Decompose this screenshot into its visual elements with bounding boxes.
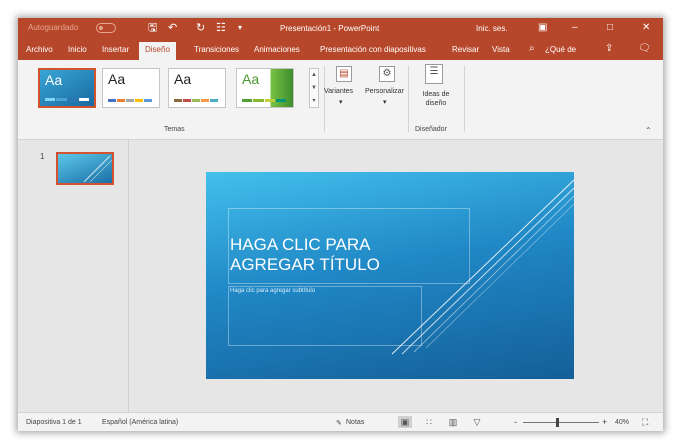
theme-tile-3-colors [174, 99, 218, 102]
powerpoint-window: Autoguardado 🖫 ↶ ↻ ☷ ▾ Presentación1 - P… [18, 18, 663, 431]
themes-group-label: Temas [164, 126, 185, 133]
ribbon-tabs: Archivo Inicio Insertar Diseño Transicio… [18, 40, 663, 60]
customize-qat-icon[interactable]: ▾ [238, 21, 242, 35]
theme-tile-4[interactable]: Aa [236, 68, 294, 108]
theme-tile-3[interactable]: Aa [168, 68, 226, 108]
theme-tile-1-colors [45, 98, 89, 101]
document-title: Presentación1 - PowerPoint [280, 24, 380, 33]
notes-button[interactable]: Notas [346, 419, 364, 426]
redo-icon[interactable]: ↻ [196, 21, 205, 35]
tab-animaciones[interactable]: Animaciones [254, 45, 300, 54]
zoom-slider[interactable] [523, 422, 599, 423]
design-ideas-button[interactable]: Ideas de diseño [416, 90, 456, 108]
theme-tile-1-text: Aa [45, 72, 63, 88]
customize-icon[interactable]: ⚙ [379, 66, 395, 82]
gallery-more-icon[interactable]: ▾ [310, 95, 318, 108]
autosave-label: Autoguardado [28, 23, 79, 32]
design-ideas-icon[interactable]: ☰ [425, 64, 443, 84]
ribbon-separator-2 [408, 66, 409, 132]
status-bar: Diapositiva 1 de 1 Español (América lati… [18, 412, 663, 431]
tab-archivo[interactable]: Archivo [26, 45, 53, 54]
close-icon[interactable]: ✕ [642, 22, 650, 34]
theme-tile-4-colors [242, 99, 286, 102]
variants-icon[interactable]: ▤ [336, 66, 352, 82]
theme-tile-2-colors [108, 99, 152, 102]
designer-group-label: Diseñador [415, 126, 447, 133]
slideshow-icon[interactable]: ▽ [470, 416, 484, 428]
theme-tile-2[interactable]: Aa [102, 68, 160, 108]
minimize-icon[interactable]: – [572, 22, 578, 34]
slide-title-text[interactable]: HAGA CLIC PARA AGREGAR TÍTULO [230, 235, 430, 275]
slide-thumbnail[interactable] [56, 152, 114, 185]
tab-presentacion[interactable]: Presentación con diapositivas [320, 45, 426, 54]
theme-tile-2-text: Aa [108, 71, 126, 87]
slide-count: Diapositiva 1 de 1 [26, 419, 82, 426]
theme-tile-4-text: Aa [242, 71, 260, 87]
customize-button[interactable]: Personalizar [365, 88, 404, 95]
language-indicator[interactable]: Español (América latina) [102, 419, 178, 426]
search-icon[interactable]: ⌕ [529, 43, 535, 54]
normal-view-icon[interactable]: ▣ [398, 416, 412, 428]
maximize-icon[interactable]: □ [607, 22, 613, 34]
scroll-down-icon[interactable]: ▼ [310, 82, 318, 95]
save-icon[interactable]: 🖫 [148, 21, 157, 35]
subtitle-placeholder[interactable] [228, 286, 422, 346]
zoom-out-button[interactable]: - [514, 417, 517, 427]
slide-thumbnail-number: 1 [40, 152, 45, 161]
slide-canvas[interactable]: HAGA CLIC PARA AGREGAR TÍTULO Haga clic … [206, 172, 574, 379]
tab-transiciones[interactable]: Transiciones [194, 45, 239, 54]
ribbon-separator-3 [464, 66, 465, 132]
tab-insertar[interactable]: Insertar [102, 45, 129, 54]
comments-icon[interactable]: 🗨 [638, 43, 651, 54]
zoom-level[interactable]: 40% [615, 419, 629, 426]
reading-view-icon[interactable]: ▥ [446, 416, 460, 428]
theme-tile-3-text: Aa [174, 71, 192, 87]
title-bar: Autoguardado 🖫 ↶ ↻ ☷ ▾ Presentación1 - P… [18, 18, 663, 40]
present-from-start-icon[interactable]: ☷ [216, 21, 226, 35]
fit-to-window-icon[interactable]: ⛶ [642, 417, 648, 428]
signin-button[interactable]: Inic. ses. [476, 24, 508, 33]
variants-button[interactable]: Variantes [324, 88, 353, 95]
variants-dropdown-icon[interactable]: ▾ [339, 98, 343, 106]
themes-gallery-scroll[interactable]: ▲ ▼ ▾ [309, 68, 319, 108]
thumbnail-lines [83, 155, 112, 183]
notes-icon[interactable]: ✎ [336, 419, 342, 427]
share-icon[interactable]: ⇪ [605, 43, 613, 54]
zoom-slider-handle[interactable] [556, 418, 559, 427]
autosave-toggle[interactable] [96, 23, 116, 33]
tab-diseno[interactable]: Diseño [139, 42, 176, 60]
slide-subtitle-text[interactable]: Haga clic para agregar subtítulo [230, 288, 315, 294]
slide-sorter-icon[interactable]: ∷ [422, 416, 436, 428]
collapse-ribbon-icon[interactable]: ⌃ [645, 126, 652, 135]
tab-inicio[interactable]: Inicio [68, 45, 87, 54]
theme-tile-1[interactable]: Aa [38, 68, 96, 108]
undo-icon[interactable]: ↶ [168, 21, 177, 35]
ribbon: Aa Aa Aa Aa ▲ ▼ ▾ Temas ▤ Variantes ▾ ⚙ … [18, 60, 663, 140]
scroll-up-icon[interactable]: ▲ [310, 69, 318, 82]
tab-revisar[interactable]: Revisar [452, 45, 479, 54]
customize-dropdown-icon[interactable]: ▾ [383, 98, 387, 106]
zoom-in-button[interactable]: + [602, 417, 607, 427]
tell-me-search[interactable]: ¿Qué de [545, 45, 576, 54]
ribbon-display-options-icon[interactable]: ▣ [538, 22, 547, 34]
tab-vista[interactable]: Vista [492, 45, 510, 54]
ribbon-separator [324, 66, 325, 132]
